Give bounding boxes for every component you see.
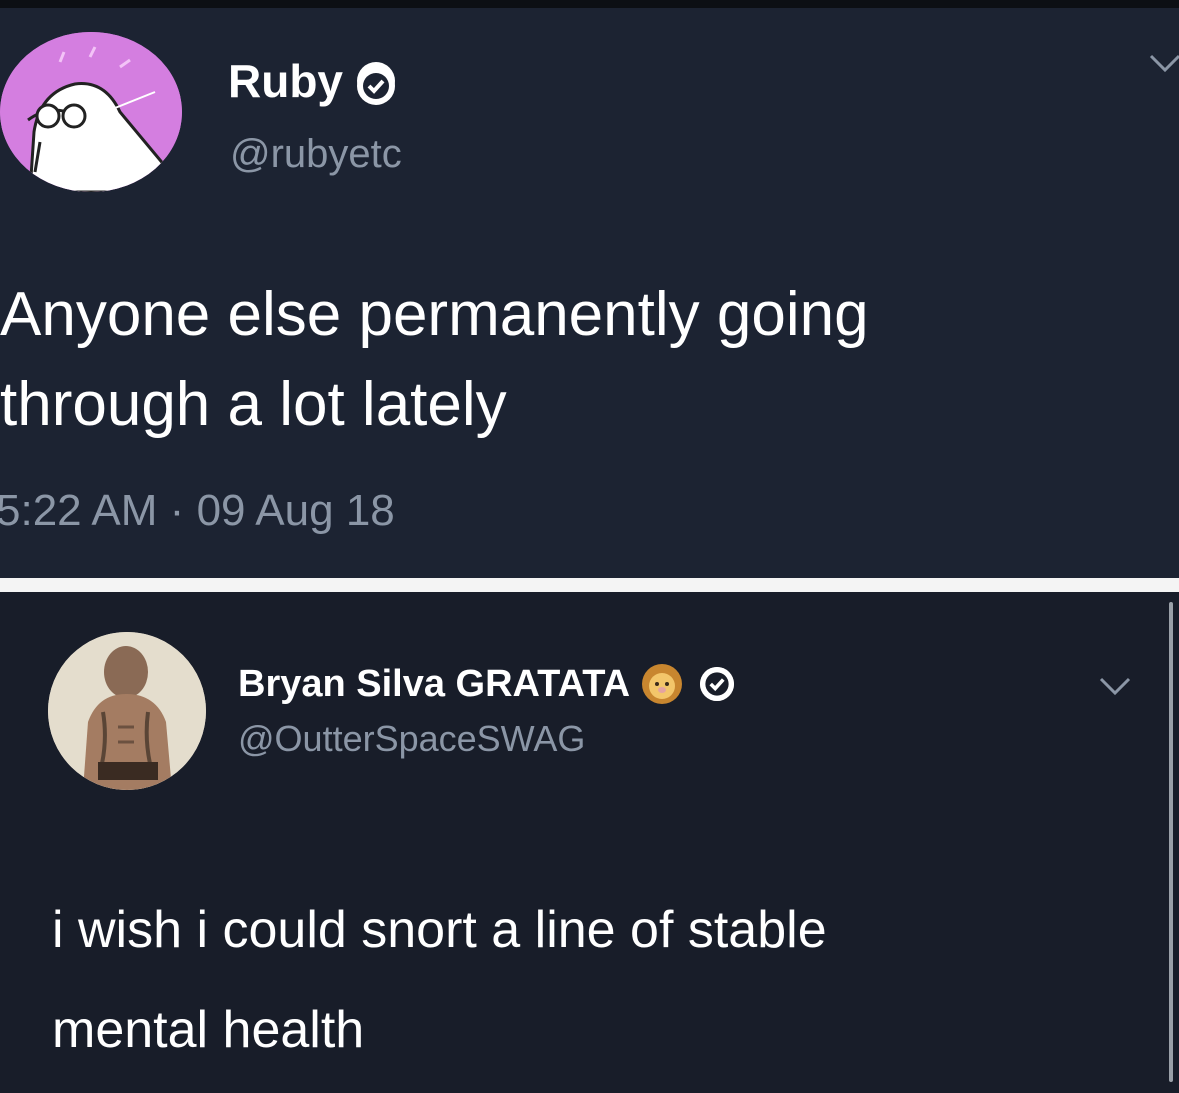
avatar-bryan-drawing <box>48 632 206 790</box>
tweet-timestamp[interactable]: 5:22 AM · 09 Aug 18 <box>0 486 395 536</box>
tweet-text-line-2: mental health <box>52 1001 365 1059</box>
avatar-ruby[interactable] <box>0 32 182 192</box>
top-frame-edge <box>0 0 1179 8</box>
display-name-row[interactable]: Ruby <box>228 54 395 108</box>
tweet-card-bryan[interactable]: Bryan Silva GRATATA @OutterSpaceSWAG i w… <box>0 592 1179 1093</box>
display-name-row[interactable]: Bryan Silva GRATATA <box>238 662 735 706</box>
tweet-date: 09 Aug 18 <box>196 486 395 535</box>
tweet-card-ruby[interactable]: Ruby @rubyetc Anyone else permanently go… <box>0 8 1179 578</box>
avatar-ruby-drawing <box>0 32 182 192</box>
tweet-time: 5:22 AM <box>0 486 158 535</box>
tweet-text-line-2: through a lot lately <box>0 370 507 439</box>
lion-face-emoji <box>640 662 684 706</box>
screenshot-divider <box>0 578 1179 592</box>
display-name[interactable]: Bryan Silva GRATATA <box>238 663 630 706</box>
chevron-down-icon[interactable] <box>1148 52 1179 79</box>
verified-check-icon <box>357 62 395 105</box>
display-name[interactable]: Ruby <box>228 54 343 108</box>
scrollbar[interactable] <box>1169 602 1173 1082</box>
user-handle[interactable]: @OutterSpaceSWAG <box>238 718 585 760</box>
verified-check-icon <box>700 667 735 701</box>
avatar-bryan[interactable] <box>48 632 206 790</box>
tweet-text-line-1: i wish i could snort a line of stable <box>52 901 827 959</box>
user-handle[interactable]: @rubyetc <box>230 132 402 177</box>
tweet-text-line-1: Anyone else permanently going <box>0 280 869 349</box>
tweet-text: i wish i could snort a line of stable me… <box>52 880 827 1080</box>
meta-separator: · <box>169 486 185 535</box>
chevron-down-icon[interactable] <box>1098 676 1132 701</box>
tweet-text: Anyone else permanently going through a … <box>0 270 869 450</box>
